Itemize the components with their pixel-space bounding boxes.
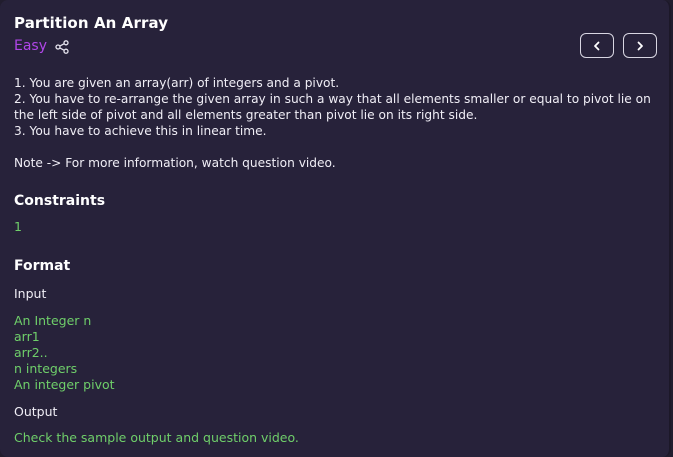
problem-meta: Easy <box>14 38 69 54</box>
previous-problem-button[interactable] <box>580 33 614 58</box>
difficulty-badge: Easy <box>14 38 48 54</box>
problem-panel: Partition An Array Easy 1. You are given… <box>0 0 671 457</box>
input-format-line: arr2.. <box>14 345 48 360</box>
input-label: Input <box>14 286 47 301</box>
problem-description: 1. You are given an array(arr) of intege… <box>14 75 659 171</box>
output-format-text: Check the sample output and question vid… <box>14 430 299 445</box>
output-label: Output <box>14 404 58 419</box>
input-format-line: n integers <box>14 361 78 376</box>
input-format-line: An integer pivot <box>14 377 115 392</box>
format-heading: Format <box>14 258 71 274</box>
description-line-1: 1. You are given an array(arr) of intege… <box>14 76 340 90</box>
next-problem-button[interactable] <box>623 33 657 58</box>
constraints-heading: Constraints <box>14 193 106 209</box>
input-format-list: An Integer n arr1 arr2.. n integers An i… <box>14 313 115 393</box>
problem-title: Partition An Array <box>14 14 169 32</box>
description-line-3: 3. You have to achieve this in linear ti… <box>14 124 267 138</box>
description-note: Note -> For more information, watch ques… <box>14 156 336 170</box>
share-icon[interactable] <box>55 39 69 54</box>
constraints-value: 1 <box>14 219 22 234</box>
input-format-line: An Integer n <box>14 313 92 328</box>
chevron-left-icon <box>594 41 600 50</box>
input-format-line: arr1 <box>14 329 40 344</box>
description-line-2: 2. You have to re-arrange the given arra… <box>14 92 651 122</box>
chevron-right-icon <box>637 41 643 50</box>
